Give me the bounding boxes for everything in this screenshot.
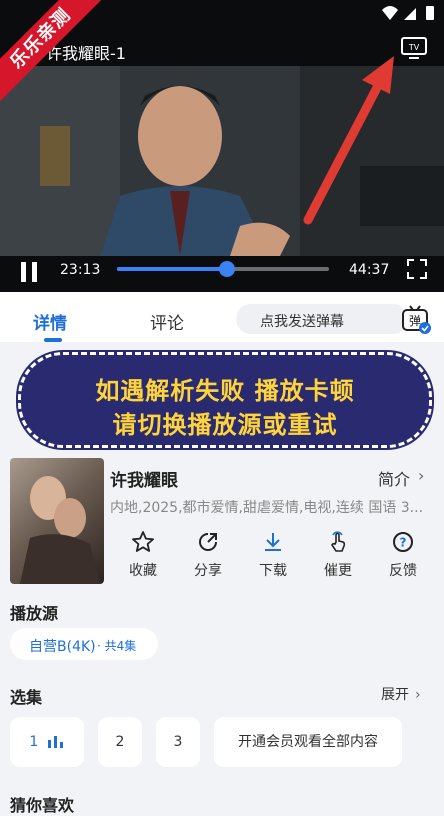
- progress-fill: [117, 267, 228, 271]
- tab-comments[interactable]: 评论: [150, 309, 184, 334]
- tab-active-indicator: [44, 338, 62, 342]
- episode-1-label: 1: [29, 734, 39, 750]
- show-meta: 内地,2025,都市爱情,甜虐爱情,电视,连续 国语 3...: [110, 500, 424, 516]
- banner-line-1: 如遇解析失败 播放卡顿: [95, 377, 355, 405]
- red-arrow-annotation: [303, 56, 394, 225]
- urge-icon: [331, 531, 346, 552]
- fullscreen-icon[interactable]: [406, 258, 428, 280]
- recommend-section-title: 猜你喜欢: [10, 796, 75, 815]
- pause-icon[interactable]: [20, 262, 38, 282]
- share-button[interactable]: 分享: [178, 530, 238, 580]
- expand-episodes-link[interactable]: 展开 ›: [381, 684, 421, 704]
- status-icons: [382, 6, 434, 20]
- share-label: 分享: [194, 563, 222, 579]
- favorite-button[interactable]: 收藏: [113, 530, 173, 580]
- total-time: 44:37: [349, 262, 390, 278]
- favorite-label: 收藏: [129, 563, 157, 579]
- playing-icon: [47, 736, 63, 748]
- feedback-button[interactable]: ? 反馈: [373, 530, 433, 580]
- danmaku-button-label: 弹: [409, 314, 421, 328]
- show-title: 许我耀眼: [110, 471, 178, 491]
- poster-image: [20, 476, 100, 584]
- episode-button-1[interactable]: 1: [10, 717, 84, 767]
- danmaku-toggle-button[interactable]: 弹: [400, 304, 432, 336]
- episode-button-2[interactable]: 2: [98, 717, 142, 767]
- progress-thumb[interactable]: [219, 261, 236, 277]
- urge-update-label: 催更: [324, 563, 352, 579]
- notice-banner[interactable]: 如遇解析失败 播放卡顿 请切换播放源或重试: [18, 352, 432, 448]
- feedback-label: 反馈: [389, 563, 417, 579]
- chevron-right-icon[interactable]: ›: [418, 466, 424, 485]
- vip-unlock-button[interactable]: 开通会员观看全部内容: [214, 717, 402, 767]
- download-icon: [265, 533, 281, 551]
- download-button[interactable]: 下载: [243, 530, 303, 580]
- feedback-icon: ?: [393, 532, 413, 552]
- download-label: 下载: [259, 563, 287, 579]
- episodes-section-title: 选集: [10, 688, 43, 707]
- expand-label[interactable]: 展开: [381, 687, 409, 703]
- current-time: 23:13: [60, 262, 101, 278]
- star-icon: [132, 531, 154, 552]
- danmaku-placeholder[interactable]: 点我发送弹幕: [260, 311, 344, 331]
- player-controls: 23:13 44:37: [0, 256, 444, 292]
- video-title: 许我耀眼-1: [46, 44, 126, 63]
- urge-update-button[interactable]: 催更: [308, 530, 368, 580]
- intro-link[interactable]: 简介: [378, 466, 410, 490]
- tab-details[interactable]: 详情: [33, 309, 67, 334]
- video-player[interactable]: 许我耀眼-1 TV 乐乐亲测 23:13 44:37: [0, 0, 444, 292]
- source-name[interactable]: 自营B(4K): [29, 636, 96, 656]
- source-section-title: 播放源: [10, 604, 59, 623]
- chevron-right-icon: ›: [415, 687, 421, 703]
- svg-text:?: ?: [400, 536, 407, 550]
- banner-line-2: 请切换播放源或重试: [112, 411, 338, 439]
- episode-button-3[interactable]: 3: [156, 717, 200, 767]
- source-episode-count[interactable]: · 共4集: [97, 637, 136, 654]
- show-poster[interactable]: [10, 458, 104, 584]
- share-icon: [199, 533, 217, 551]
